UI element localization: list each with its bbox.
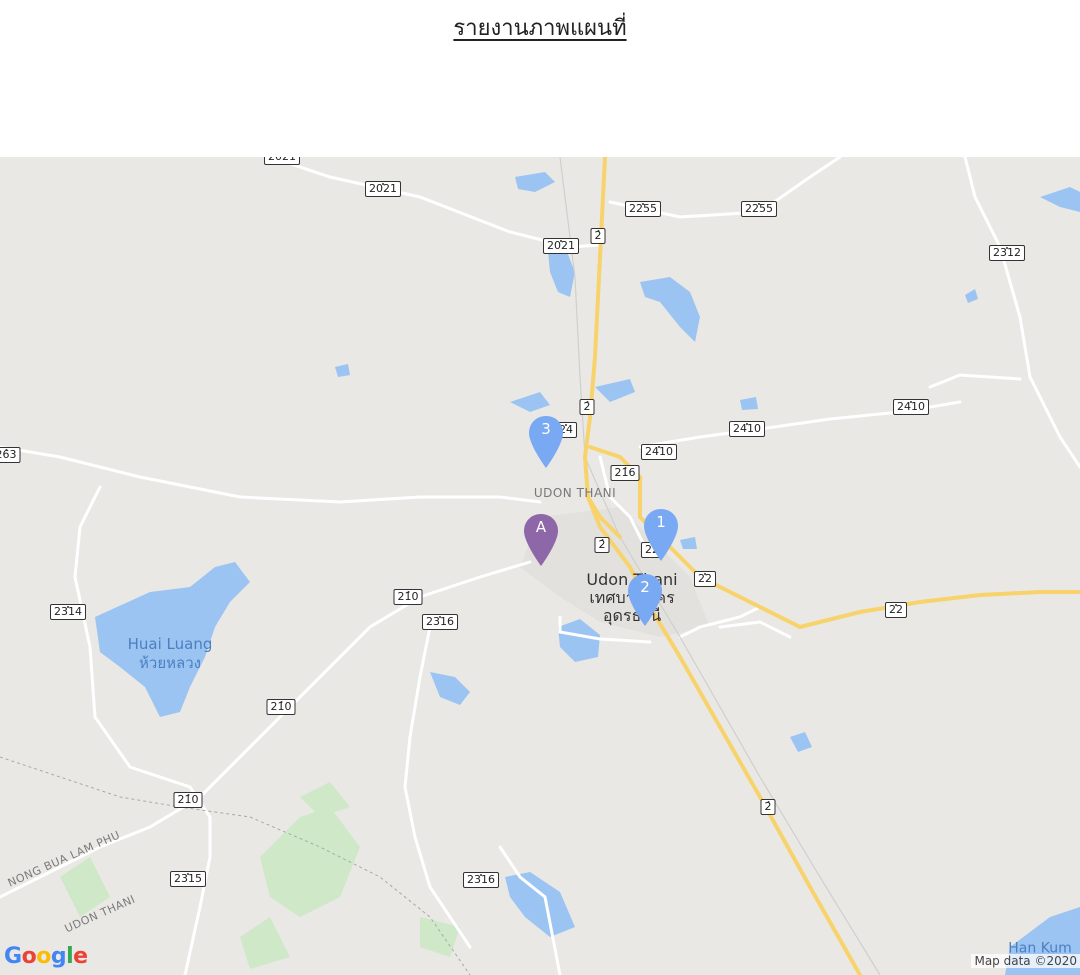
road-shield: 210 — [266, 699, 296, 715]
road-shield: 2021 — [264, 157, 300, 165]
road-shield: 2312 — [989, 245, 1025, 261]
map-marker-2[interactable]: 2 — [627, 573, 663, 627]
road-shield: 2255 — [625, 201, 661, 217]
map-marker-a[interactable]: A — [523, 513, 559, 567]
marker-label: 1 — [656, 513, 666, 531]
reservoir-label-th: ห้วยหลวง — [139, 654, 201, 672]
road-shield: 210 — [173, 792, 203, 808]
road-shield: 2 — [579, 399, 595, 415]
road-shield: 2315 — [170, 871, 206, 887]
district-boundary — [0, 756, 471, 975]
road-shield: 210 — [393, 589, 423, 605]
google-logo[interactable]: Google — [4, 944, 88, 969]
map-copyright[interactable]: Map data ©2020 — [971, 954, 1080, 968]
road-shield: 2 — [760, 799, 776, 815]
road-shield: 216 — [610, 465, 640, 481]
road-shield: 2314 — [50, 604, 86, 620]
map-marker-1[interactable]: 1 — [643, 508, 679, 562]
road-shield: 2021 — [365, 181, 401, 197]
road-shield: 2 — [590, 228, 606, 244]
road-shield: 2316 — [463, 872, 499, 888]
road-shield: 2410 — [641, 444, 677, 460]
road-shield: 2 — [594, 537, 610, 553]
marker-label: 3 — [541, 420, 551, 438]
marker-label: A — [535, 518, 547, 536]
map-canvas[interactable]: 2021 2021 2021 2255 2255 2 2312 2 24 241… — [0, 157, 1080, 975]
park-areas — [60, 782, 460, 969]
road-shield: 2410 — [729, 421, 765, 437]
road-shield: 263 — [0, 447, 21, 463]
reservoir-label: Huai Luang ห้วยหลวง — [128, 635, 213, 673]
reservoir-label-en: Huai Luang — [127, 635, 213, 653]
road-shield: 22 — [885, 602, 907, 618]
map-marker-3[interactable]: 3 — [528, 415, 564, 469]
report-title: รายงานภาพแผนที่ — [453, 16, 627, 41]
road-shield: 2021 — [543, 238, 579, 254]
city-label-caps: UDON THANI — [533, 486, 617, 500]
road-shield: 22 — [694, 571, 716, 587]
road-shield: 2316 — [422, 614, 458, 630]
road-shield: 2410 — [893, 399, 929, 415]
marker-label: 2 — [640, 578, 650, 596]
road-shield: 2255 — [741, 201, 777, 217]
